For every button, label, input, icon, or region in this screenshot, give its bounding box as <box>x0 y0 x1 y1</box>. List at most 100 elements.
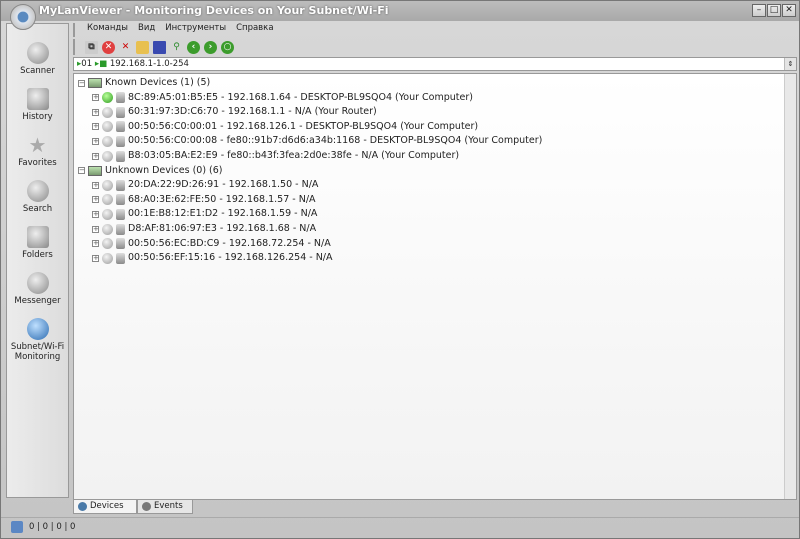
device-row[interactable]: +60:31:97:3D:C6:70 - 192.168.1.1 - N/A (… <box>92 105 377 119</box>
device-label: 00:50:56:EC:BD:C9 - 192.168.72.254 - N/A <box>128 237 331 249</box>
group-label: Known Devices (1) (5) <box>105 77 211 88</box>
vertical-scrollbar[interactable] <box>784 74 796 499</box>
close-button[interactable]: ✕ <box>782 4 796 17</box>
device-row[interactable]: +00:50:56:EC:BD:C9 - 192.168.72.254 - N/… <box>92 237 331 251</box>
device-row[interactable]: +68:A0:3E:62:FE:50 - 192.168.1.57 - N/A <box>92 193 316 207</box>
tab-label: Devices <box>90 501 124 511</box>
device-row[interactable]: +00:50:56:EF:15:16 - 192.168.126.254 - N… <box>92 251 333 265</box>
device-icon <box>116 106 125 118</box>
sidebar-item-messenger[interactable]: Messenger <box>7 269 68 315</box>
messenger-icon <box>26 272 49 294</box>
menu-help[interactable]: Справка <box>236 23 273 37</box>
sidebar-item-favorites[interactable]: ★ Favorites <box>7 131 68 177</box>
known-devices-group[interactable]: − Known Devices (1) (5) <box>78 76 210 90</box>
tab-events[interactable]: Events <box>137 500 193 514</box>
app-window: MyLanViewer - Monitoring Devices on Your… <box>0 0 800 539</box>
menu-bar: Команды Вид Инструменты Справка <box>73 23 274 37</box>
address-input[interactable]: ▸01 ▸■ 192.168.1-1.0-254 ⇕ <box>73 57 797 71</box>
device-row[interactable]: +00:1E:B8:12:E1:D2 - 192.168.1.59 - N/A <box>92 207 317 221</box>
tab-label: Events <box>154 501 183 511</box>
address-spinner[interactable]: ⇕ <box>784 58 796 70</box>
expand-icon[interactable]: + <box>92 108 99 116</box>
device-icon <box>116 92 125 104</box>
sidebar-item-history[interactable]: History <box>7 85 68 131</box>
toolbar: ⧉ ✕ ✕ ⚲ ‹ › ○ <box>73 39 234 55</box>
expand-icon[interactable]: + <box>92 196 99 204</box>
device-icon <box>116 238 125 250</box>
forward-icon[interactable]: › <box>204 40 217 54</box>
back-icon[interactable]: ‹ <box>187 40 200 54</box>
app-logo-icon[interactable] <box>10 4 36 30</box>
status-dot-icon <box>102 106 113 118</box>
device-group-icon <box>88 165 102 176</box>
device-row[interactable]: + B8:03:05:BA:E2:E9 - fe80::b43f:3fea:2d0… <box>92 149 459 163</box>
menu-commands[interactable]: Команды <box>87 23 128 37</box>
expand-icon[interactable]: + <box>92 240 99 248</box>
sidebar-item-monitoring[interactable]: Subnet/Wi-Fi Monitoring <box>7 315 68 375</box>
collapse-icon[interactable]: − <box>78 79 85 87</box>
collapse-icon[interactable]: − <box>78 167 85 175</box>
copy-icon[interactable]: ⧉ <box>85 40 98 54</box>
menu-view[interactable]: Вид <box>138 23 155 37</box>
device-icon <box>116 252 125 264</box>
device-label: B8:03:05:BA:E2:E9 - fe80::b43f:3fea:2d0e… <box>128 150 460 161</box>
expand-icon[interactable]: + <box>92 181 99 189</box>
unknown-devices-group[interactable]: − Unknown Devices (0) (6) <box>78 164 223 178</box>
maximize-button[interactable]: □ <box>767 4 781 17</box>
status-dot-icon <box>102 121 113 133</box>
status-dot-icon <box>102 238 113 250</box>
group-label: Unknown Devices (0) (6) <box>105 164 223 176</box>
status-dot-icon <box>102 135 113 147</box>
device-icon <box>116 208 125 220</box>
device-label: 20:DA:22:9D:26:91 - 192.168.1.50 - N/A <box>128 179 319 191</box>
devices-icon <box>78 502 87 511</box>
scanner-icon <box>26 42 49 64</box>
delete-icon[interactable]: ✕ <box>119 41 132 54</box>
device-icon <box>116 150 125 162</box>
device-icon <box>116 194 125 206</box>
expand-icon[interactable]: + <box>92 94 99 102</box>
monitoring-icon <box>26 318 49 340</box>
find-icon[interactable]: ⚲ <box>170 41 183 54</box>
device-row[interactable]: +00:50:56:C0:00:01 - 192.168.126.1 - DES… <box>92 120 478 134</box>
sidebar-item-search[interactable]: Search <box>7 177 68 223</box>
device-label: D8:AF:81:06:97:E3 - 192.168.1.68 - N/A <box>128 223 317 234</box>
expand-icon[interactable]: + <box>92 123 99 131</box>
menu-tools[interactable]: Инструменты <box>165 23 226 37</box>
status-dot-icon <box>102 208 113 220</box>
save-icon[interactable] <box>153 40 166 54</box>
window-title: MyLanViewer - Monitoring Devices on Your… <box>39 4 389 17</box>
expand-icon[interactable]: + <box>92 225 99 233</box>
device-row[interactable]: + D8:AF:81:06:97:E3 - 192.168.1.68 - N/A <box>92 222 316 236</box>
device-row[interactable]: +8C:89:A5:01:B5:E5 - 192.168.1.64 - DESK… <box>92 91 473 105</box>
status-dot-icon <box>102 150 113 162</box>
tab-devices[interactable]: Devices <box>73 500 137 514</box>
sidebar-item-scanner[interactable]: Scanner <box>7 39 68 85</box>
refresh-icon[interactable]: ○ <box>221 40 234 54</box>
stop-icon[interactable]: ✕ <box>102 40 115 54</box>
expand-icon[interactable]: + <box>92 210 99 218</box>
status-dot-icon <box>102 179 113 191</box>
device-row[interactable]: +00:50:56:C0:00:08 - fe80::91b7:d6d6:a34… <box>92 134 542 148</box>
expand-icon[interactable]: + <box>92 254 99 262</box>
sidebar-label: Messenger <box>14 296 61 306</box>
expand-icon[interactable]: + <box>92 152 99 160</box>
expand-icon[interactable]: + <box>92 137 99 145</box>
sidebar-label: Scanner <box>20 66 55 76</box>
status-dot-icon <box>102 92 113 104</box>
sidebar-label: Folders <box>22 250 53 260</box>
minimize-button[interactable]: – <box>752 4 766 17</box>
device-label: 00:50:56:EF:15:16 - 192.168.126.254 - N/… <box>128 252 333 264</box>
sidebar-item-folders[interactable]: Folders <box>7 223 68 269</box>
device-icon <box>116 223 125 235</box>
open-folder-icon[interactable] <box>136 40 149 54</box>
address-prefix: 01 <box>81 59 93 69</box>
device-icon <box>116 121 125 133</box>
device-row[interactable]: +20:DA:22:9D:26:91 - 192.168.1.50 - N/A <box>92 178 318 192</box>
device-icon <box>116 179 125 191</box>
history-icon <box>26 88 49 110</box>
device-label: 68:A0:3E:62:FE:50 - 192.168.1.57 - N/A <box>128 193 316 205</box>
folder-icon <box>26 226 49 248</box>
status-bar: 0 | 0 | 0 | 0 <box>1 517 799 538</box>
device-tree: − Known Devices (1) (5) +8C:89:A5:01:B5:E5… <box>73 73 797 500</box>
